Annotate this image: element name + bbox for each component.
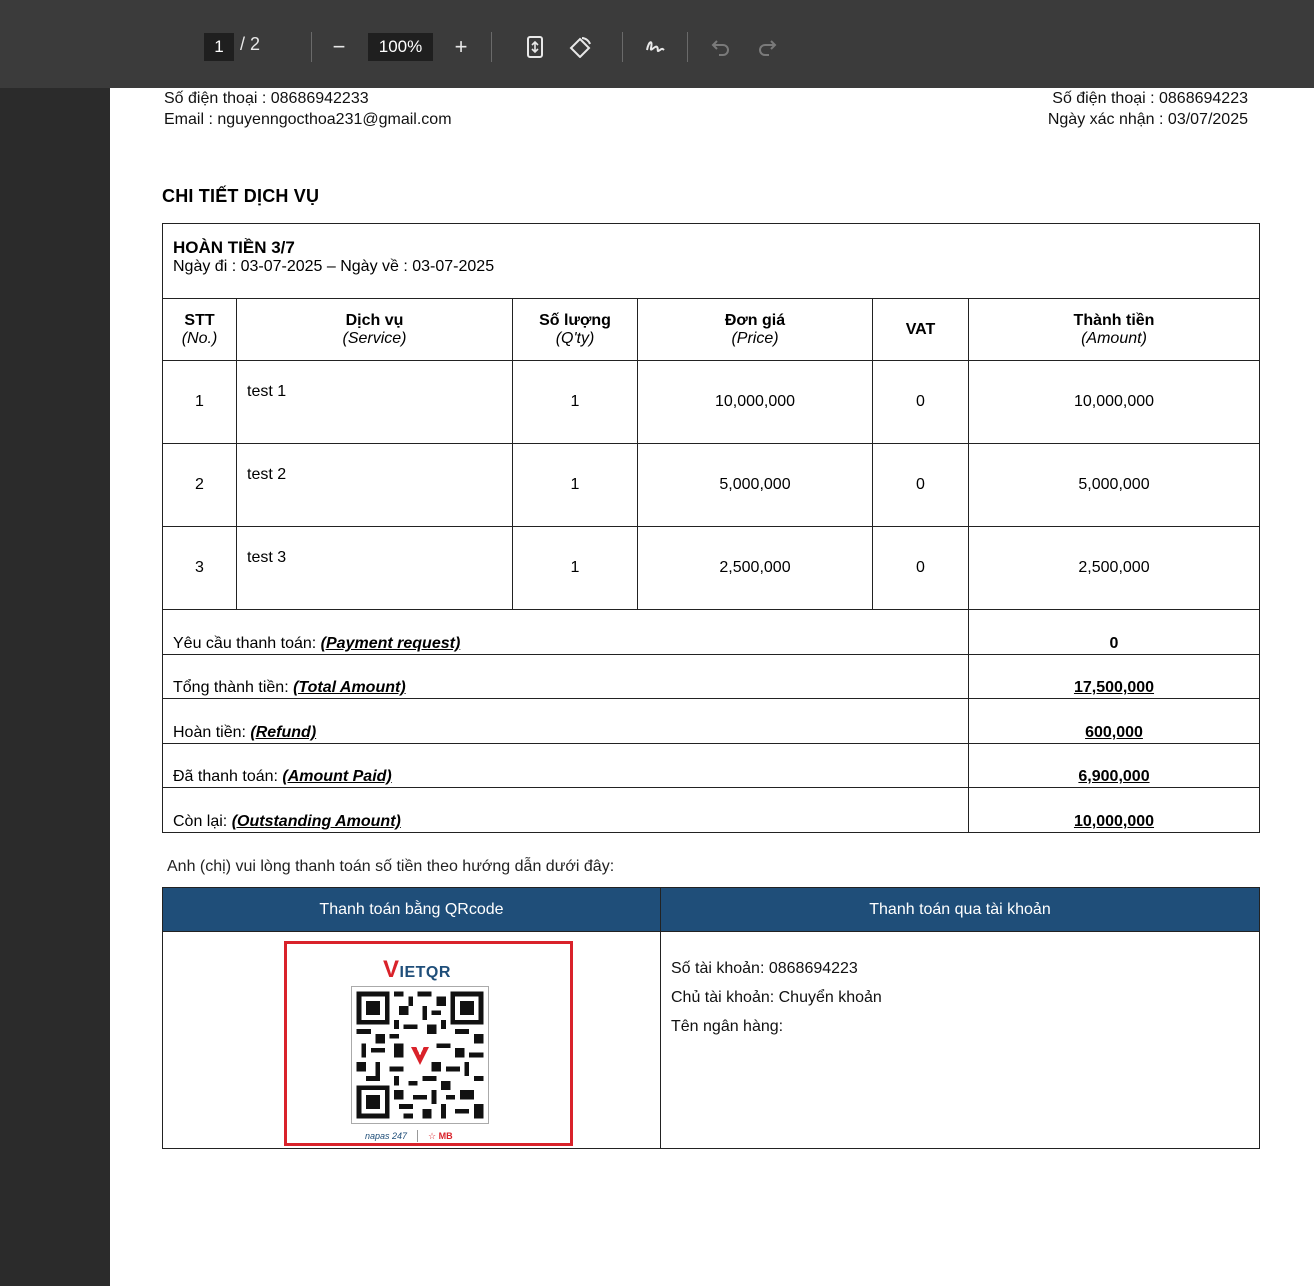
service-title: HOÀN TIỀN 3/7	[173, 238, 295, 257]
account-info: Số tài khoản: 0868694223 Chủ tài khoản: …	[671, 954, 882, 1041]
cell-no: 2	[162, 443, 237, 527]
summary-label: Đã thanh toán: (Amount Paid)	[162, 743, 969, 788]
cell-price: 10,000,000	[637, 360, 873, 444]
column-header: Số lượng (Q'ty)	[512, 298, 638, 361]
pdf-page: Số điện thoại : 08686942233 Email : nguy…	[110, 88, 1314, 1286]
toolbar-divider	[687, 32, 688, 62]
summary-label: Yêu cầu thanh toán: (Payment request)	[162, 609, 969, 655]
cell-service: test 2	[236, 443, 513, 527]
table-row: 1 test 1 1 10,000,000 0 10,000,000	[162, 360, 1260, 444]
payment-intro: Anh (chị) vui lòng thanh toán số tiền th…	[167, 858, 615, 875]
table-row: 2 test 2 1 5,000,000 0 5,000,000	[162, 443, 1260, 527]
cell-price: 5,000,000	[637, 443, 873, 527]
row-divider	[163, 931, 1259, 932]
provider-contact: Số điện thoại : 0868694223 Ngày xác nhận…	[1048, 88, 1248, 130]
summary-label: Còn lại: (Outstanding Amount)	[162, 787, 969, 833]
napas-logo: napas 247	[365, 1131, 408, 1141]
payment-table: Thanh toán bằng QRcode Thanh toán qua tà…	[162, 887, 1260, 1149]
redo-icon[interactable]	[750, 30, 784, 64]
summary-value: 6,900,000	[968, 743, 1260, 788]
cell-vat: 0	[872, 360, 969, 444]
mb-bank-logo: ☆ MB	[428, 1130, 453, 1141]
toolbar-divider	[622, 32, 623, 62]
bank-name: Tên ngân hàng:	[671, 1018, 784, 1035]
cell-vat: 0	[872, 526, 969, 610]
cell-no: 3	[162, 526, 237, 610]
vietqr-logo: VIETQR	[383, 956, 451, 983]
account-header: Thanh toán qua tài khoản	[661, 888, 1259, 931]
zoom-level-input[interactable]: 100%	[368, 33, 433, 61]
summary-label: Hoàn tiền: (Refund)	[162, 698, 969, 744]
service-table: HOÀN TIỀN 3/7 Ngày đi : 03-07-2025 – Ngà…	[162, 223, 1260, 833]
cell-price: 2,500,000	[637, 526, 873, 610]
customer-phone: Số điện thoại : 08686942233	[164, 90, 369, 107]
zoom-out-button[interactable]: −	[322, 30, 356, 64]
cell-qty: 1	[512, 360, 638, 444]
summary-value: 17,500,000	[968, 654, 1260, 699]
summary-row: Hoàn tiền: (Refund) 600,000	[162, 698, 1260, 744]
provider-phone: Số điện thoại : 0868694223	[1052, 90, 1248, 107]
qr-footer: napas 247 ☆ MB	[365, 1130, 453, 1142]
toolbar-divider	[311, 32, 312, 62]
fit-page-icon[interactable]	[518, 30, 552, 64]
summary-value: 600,000	[968, 698, 1260, 744]
cell-vat: 0	[872, 443, 969, 527]
section-title: CHI TIẾT DỊCH VỤ	[162, 186, 320, 206]
service-header-cell: HOÀN TIỀN 3/7 Ngày đi : 03-07-2025 – Ngà…	[162, 223, 1260, 299]
table-row: 3 test 3 1 2,500,000 0 2,500,000	[162, 526, 1260, 610]
cell-amount: 10,000,000	[968, 360, 1260, 444]
table-header-row: STT (No.) Dịch vụ (Service) Số lượng (Q'ty)…	[162, 298, 1260, 361]
cell-qty: 1	[512, 443, 638, 527]
summary-label: Tổng thành tiền: (Total Amount)	[162, 654, 969, 699]
summary-row: Đã thanh toán: (Amount Paid) 6,900,000	[162, 743, 1260, 788]
qr-footer-divider	[417, 1130, 419, 1142]
toolbar-divider	[491, 32, 492, 62]
page-total: / 2	[240, 34, 261, 54]
column-divider	[660, 888, 661, 1148]
summary-row: Yêu cầu thanh toán: (Payment request) 0	[162, 609, 1260, 655]
account-holder: Chủ tài khoản: Chuyển khoản	[671, 989, 882, 1006]
column-header: Thành tiền (Amount)	[968, 298, 1260, 361]
customer-contact: Số điện thoại : 08686942233 Email : nguy…	[164, 88, 452, 130]
summary-row: Còn lại: (Outstanding Amount) 10,000,000	[162, 787, 1260, 833]
cell-amount: 2,500,000	[968, 526, 1260, 610]
column-header: Dịch vụ (Service)	[236, 298, 513, 361]
page-number-input[interactable]: 1	[204, 33, 234, 61]
qr-frame: VIETQR napas 247 ☆ MB	[284, 941, 573, 1146]
column-header: STT (No.)	[162, 298, 237, 361]
column-header: VAT	[872, 298, 969, 361]
cell-service: test 1	[236, 360, 513, 444]
pdf-toolbar: 1 / 2 − 100% +	[0, 0, 1314, 88]
summary-value: 10,000,000	[968, 787, 1260, 833]
cell-no: 1	[162, 360, 237, 444]
cell-qty: 1	[512, 526, 638, 610]
qr-code-image	[351, 986, 489, 1124]
confirmation-date: Ngày xác nhận : 03/07/2025	[1047, 111, 1248, 128]
summary-row: Tổng thành tiền: (Total Amount) 17,500,0…	[162, 654, 1260, 699]
rotate-icon[interactable]	[563, 30, 597, 64]
qr-header: Thanh toán bằng QRcode	[163, 888, 660, 931]
draw-icon[interactable]	[638, 30, 672, 64]
service-dates: Ngày đi : 03-07-2025 – Ngày về : 03-07-2…	[173, 258, 495, 275]
cell-amount: 5,000,000	[968, 443, 1260, 527]
column-header: Đơn giá (Price)	[637, 298, 873, 361]
summary-value: 0	[968, 609, 1260, 655]
zoom-in-button[interactable]: +	[444, 30, 478, 64]
customer-email: Email : nguyenngocthoa231@gmail.com	[164, 111, 452, 128]
cell-service: test 3	[236, 526, 513, 610]
undo-icon[interactable]	[704, 30, 738, 64]
account-number: Số tài khoản: 0868694223	[671, 960, 858, 977]
